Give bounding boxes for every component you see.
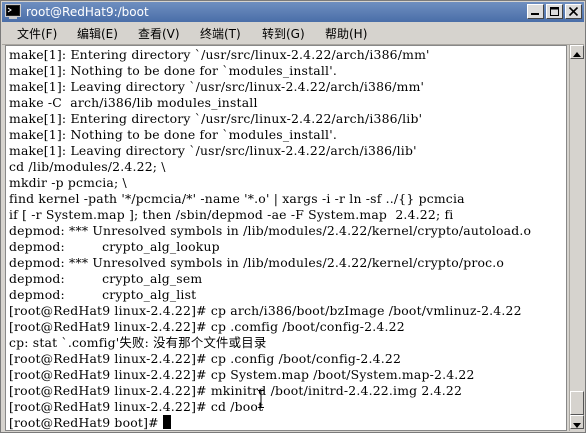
- terminal-line: [root@RedHat9 linux-2.4.22]# mkinitrd /b…: [9, 383, 463, 398]
- ibeam-cursor-icon: [258, 390, 264, 408]
- menu-file[interactable]: 文件(F): [17, 25, 57, 42]
- terminal-line: make[1]: Leaving directory `/usr/src/lin…: [9, 143, 417, 158]
- minimize-button[interactable]: [527, 4, 544, 19]
- terminal-line: [root@RedHat9 linux-2.4.22]# cp .config …: [9, 351, 402, 366]
- terminal-line: find kernel -path '*/pcmcia/*' -name '*.…: [9, 191, 465, 206]
- terminal-line: make[1]: Leaving directory `/usr/src/lin…: [9, 79, 425, 94]
- terminal-line: [root@RedHat9 linux-2.4.22]# cd /boot: [9, 399, 264, 414]
- menu-help[interactable]: 帮助(H): [325, 25, 367, 42]
- scroll-down-button[interactable]: [570, 415, 584, 429]
- terminal-line: depmod: crypto_alg_lookup: [9, 239, 220, 254]
- terminal-icon: [5, 4, 21, 19]
- terminal-line: make[1]: Entering directory `/usr/src/li…: [9, 47, 430, 62]
- terminal-line: [root@RedHat9 linux-2.4.22]# cp .comfig …: [9, 319, 405, 334]
- terminal-output[interactable]: make[1]: Entering directory `/usr/src/li…: [5, 45, 567, 431]
- maximize-icon: [550, 7, 559, 16]
- close-button[interactable]: [565, 4, 582, 19]
- scroll-up-icon: [573, 52, 581, 57]
- terminal-prompt: [root@RedHat9 boot]#: [9, 415, 163, 430]
- terminal-line: depmod: *** Unresolved symbols in /lib/m…: [9, 223, 532, 238]
- terminal-line: depmod: crypto_alg_sem: [9, 271, 203, 286]
- terminal-window: root@RedHat9:/boot 文件(F) 编辑(E) 查看(V) 终端(…: [0, 0, 586, 433]
- menu-view[interactable]: 查看(V): [138, 25, 180, 42]
- menu-terminal[interactable]: 终端(T): [200, 25, 241, 42]
- menu-go[interactable]: 转到(G): [262, 25, 305, 42]
- terminal-prompt-line[interactable]: [root@RedHat9 boot]#: [9, 415, 171, 430]
- minimize-icon: [531, 13, 539, 15]
- terminal-line: depmod: *** Unresolved symbols in /lib/m…: [9, 255, 505, 270]
- scroll-up-button[interactable]: [570, 45, 584, 59]
- text-cursor: [162, 415, 171, 429]
- window-title: root@RedHat9:/boot: [26, 5, 149, 19]
- terminal-line: make[1]: Entering directory `/usr/src/li…: [9, 111, 423, 126]
- terminal-line: cd /lib/modules/2.4.22; \: [9, 159, 166, 174]
- terminal-line: make -C arch/i386/lib modules_install: [9, 95, 258, 110]
- terminal-line: depmod: crypto_alg_list: [9, 287, 197, 302]
- terminal-line: [root@RedHat9 linux-2.4.22]# cp System.m…: [9, 367, 475, 382]
- scroll-down-icon: [573, 423, 581, 428]
- terminal-line: make[1]: Nothing to be done for `modules…: [9, 127, 337, 142]
- terminal-line: cp: stat `.comfig'失败: 没有那个文件或目录: [9, 335, 267, 350]
- terminal-line: make[1]: Nothing to be done for `modules…: [9, 63, 337, 78]
- menu-bar: 文件(F) 编辑(E) 查看(V) 终端(T) 转到(G) 帮助(H): [2, 22, 584, 45]
- title-bar[interactable]: root@RedHat9:/boot: [2, 2, 584, 22]
- terminal-line: [root@RedHat9 linux-2.4.22]# cp arch/i38…: [9, 303, 522, 318]
- maximize-button[interactable]: [546, 4, 563, 19]
- scrollbar-thumb[interactable]: [570, 391, 584, 415]
- terminal-line: mkdir -p pcmcia; \: [9, 175, 127, 190]
- vertical-scrollbar[interactable]: [569, 45, 584, 431]
- menu-edit[interactable]: 编辑(E): [77, 25, 118, 42]
- terminal-line: if [ -r System.map ]; then /sbin/depmod …: [9, 207, 454, 222]
- close-icon: [568, 7, 579, 16]
